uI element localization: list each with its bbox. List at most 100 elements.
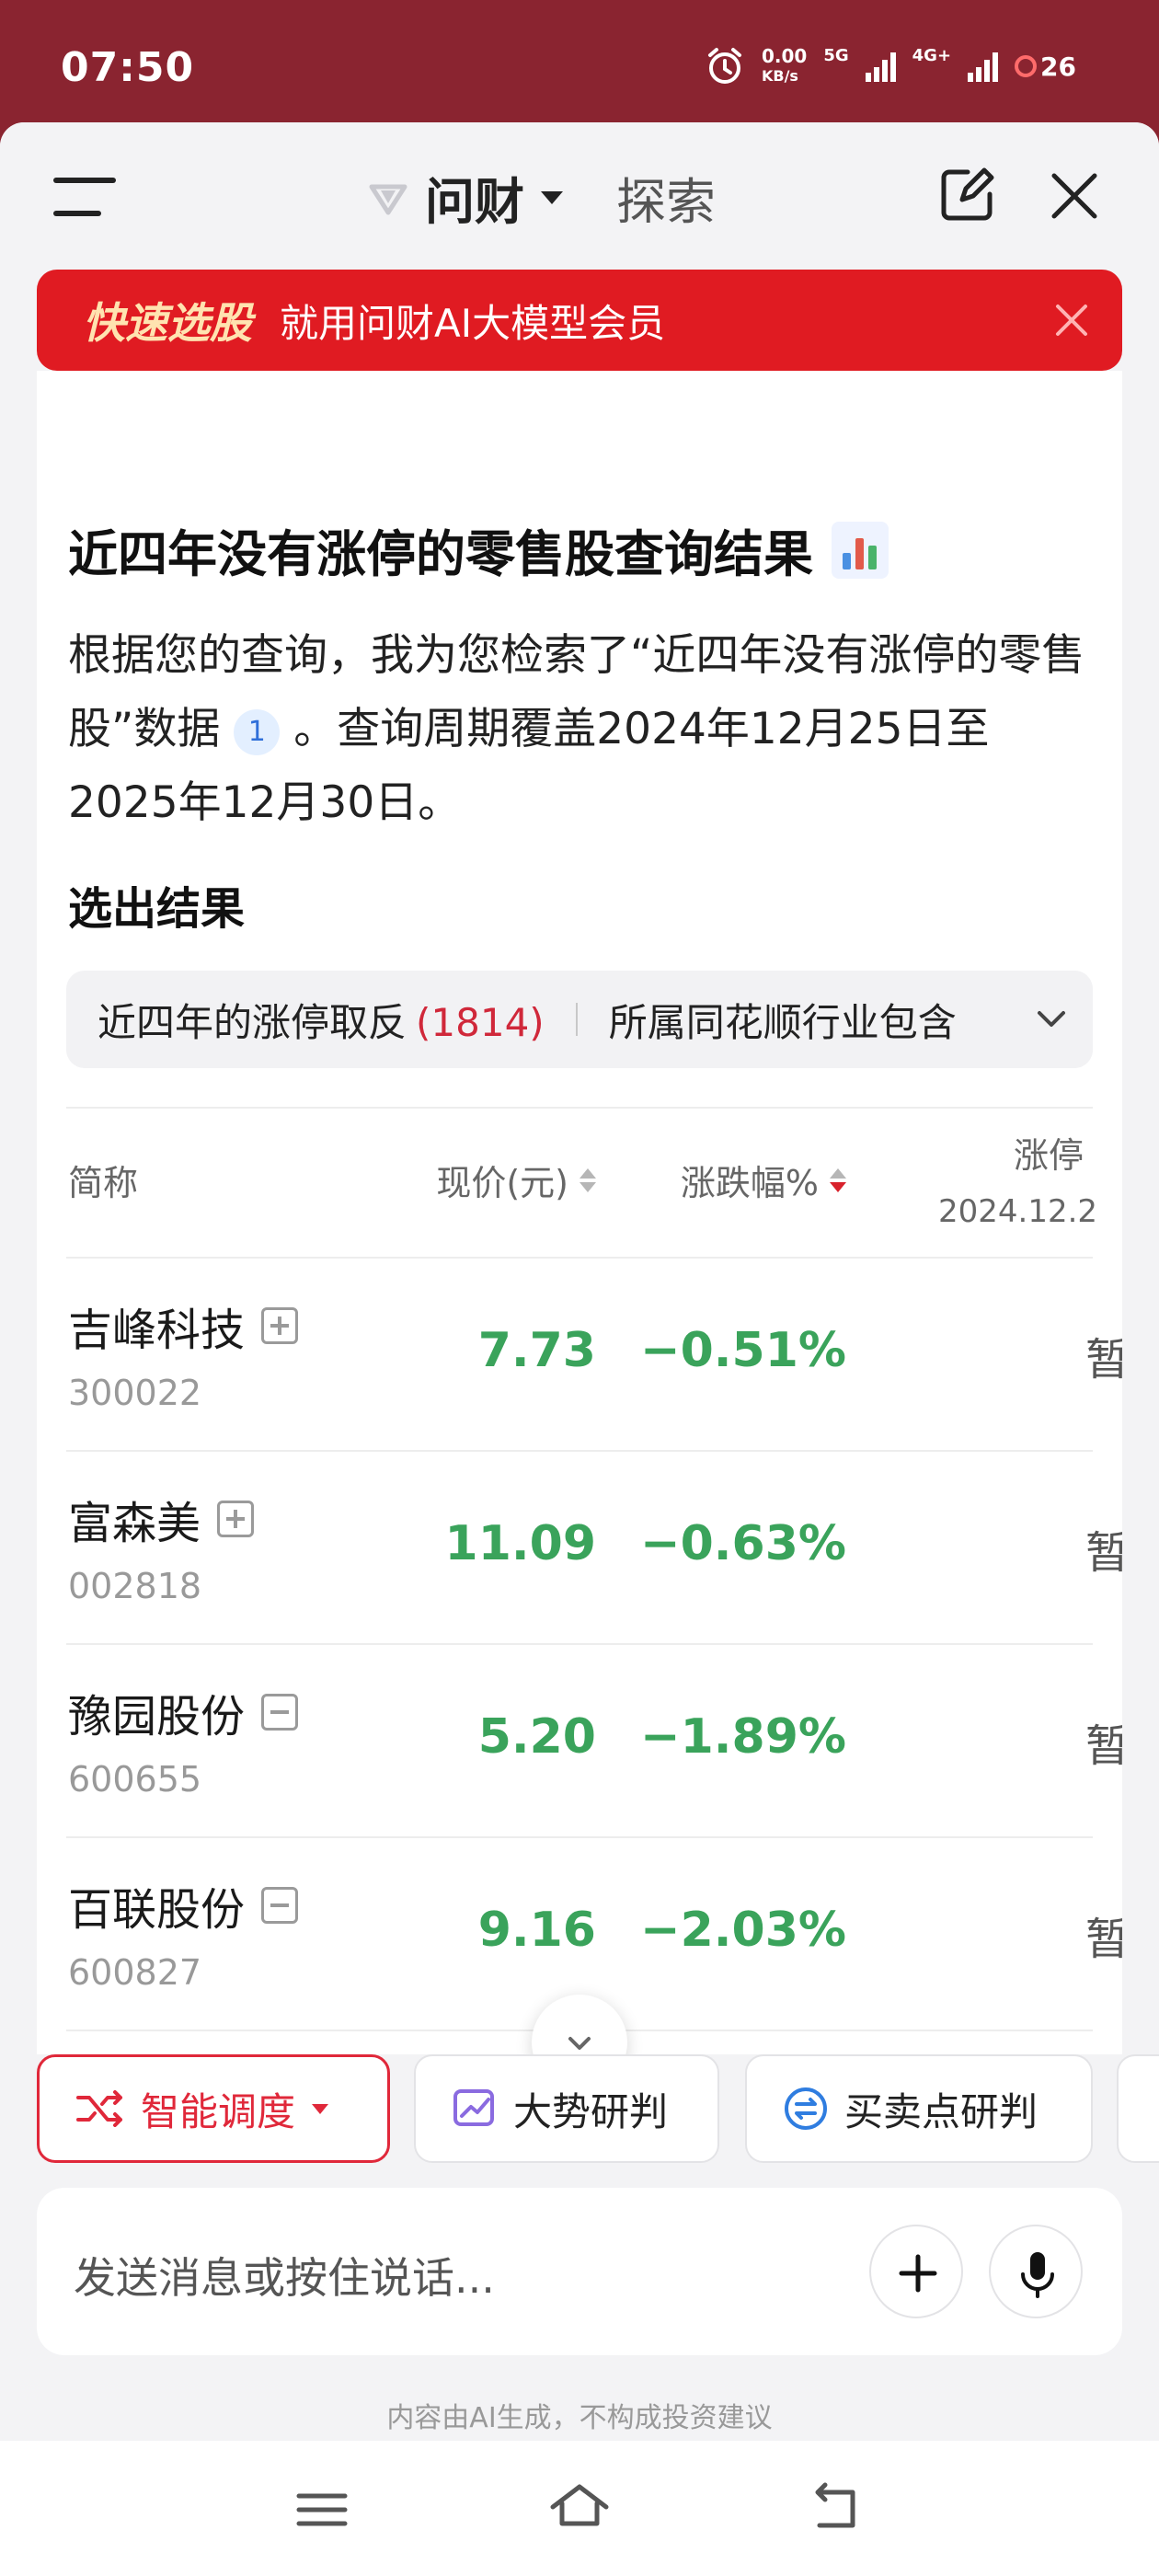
smart-dispatch-button[interactable]: 智能调度: [37, 2054, 390, 2163]
stock-code: 600655: [68, 1759, 202, 1800]
stock-name-text: 富森美: [68, 1498, 201, 1549]
promo-tag: 快速选股: [83, 298, 252, 348]
filter-divider: [575, 1003, 578, 1036]
stock-change: −2.03%: [640, 1903, 846, 1958]
stock-name-text: 豫园股份: [68, 1691, 246, 1742]
battery-icon: [1015, 55, 1038, 77]
sim1-label: 5G: [823, 46, 849, 65]
message-input[interactable]: 发送消息或按住说话...: [74, 2245, 495, 2306]
signal-icon: [865, 51, 896, 82]
stock-code: 600827: [68, 1952, 202, 1993]
brand-switcher[interactable]: 问财 探索: [368, 161, 716, 234]
microphone-icon: [1021, 2252, 1054, 2298]
add-watchlist-icon[interactable]: [261, 1307, 299, 1344]
result-description: 根据您的查询，我为您检索了“近四年没有涨停的零售股”数据 1 。查询周期覆盖20…: [68, 619, 1089, 840]
sort-desc-icon: [830, 1167, 846, 1192]
net-speed-unit: KB/s: [761, 67, 798, 85]
trend-analysis-label: 大势研判: [513, 2088, 669, 2134]
ai-disclaimer: 内容由AI生成，不构成投资建议: [386, 2402, 773, 2434]
table-row[interactable]: 吉峰科技 300022 7.73 −0.51% 暂: [66, 1259, 1122, 1452]
trade-point-button[interactable]: 买卖点研判: [745, 2054, 1093, 2163]
stock-change: −1.89%: [640, 1709, 846, 1765]
reference-badge[interactable]: 1: [234, 708, 281, 755]
col-header-change-label: 涨跌幅%: [680, 1163, 819, 1203]
new-chat-icon[interactable]: [936, 165, 997, 225]
message-input-bar: 发送消息或按住说话...: [37, 2188, 1122, 2355]
chevron-down-icon: [541, 190, 563, 204]
col-header-limit-date: 2024.12.2: [938, 1193, 1098, 1230]
stock-name: 吉峰科技: [68, 1294, 299, 1358]
promo-banner[interactable]: 快速选股 就用问财AI大模型会员: [37, 270, 1122, 371]
recent-apps-icon[interactable]: [290, 2478, 354, 2542]
stock-limit: 暂: [1085, 1527, 1122, 1579]
signal-icon-2: [968, 51, 999, 82]
col-header-price[interactable]: 现价(元): [436, 1155, 596, 1205]
col-header-name: 简称: [68, 1163, 139, 1203]
battery-indicator: 26: [1015, 52, 1076, 82]
status-time: 07:50: [61, 44, 195, 91]
stock-change: −0.51%: [640, 1323, 846, 1378]
stock-name: 百联股份: [68, 1873, 299, 1938]
smart-dispatch-label: 智能调度: [141, 2088, 296, 2134]
stock-name-text: 吉峰科技: [68, 1305, 246, 1356]
top-nav: 问财 探索: [0, 122, 1159, 270]
section-title: 选出结果: [68, 883, 246, 935]
stock-limit: 暂: [1085, 1334, 1122, 1386]
battery-level: 26: [1040, 51, 1076, 82]
chevron-down-icon[interactable]: [1010, 971, 1093, 1068]
stock-limit: 暂: [1085, 1914, 1122, 1965]
trend-chart-icon: [453, 2089, 494, 2126]
stock-code: 300022: [68, 1373, 202, 1413]
filter-bar[interactable]: 近四年的涨停取反 (1814) 所属同花顺行业包含: [66, 971, 1093, 1068]
remove-watchlist-icon[interactable]: [261, 1694, 299, 1731]
back-icon[interactable]: [805, 2478, 869, 2542]
result-card: 近四年没有涨停的零售股查询结果 根据您的查询，我为您检索了“近四年没有涨停的零售…: [37, 371, 1122, 2156]
stock-price: 9.16: [477, 1903, 596, 1958]
result-title-text: 近四年没有涨停的零售股查询结果: [68, 525, 813, 583]
stock-name: 豫园股份: [68, 1680, 299, 1744]
result-title: 近四年没有涨停的零售股查询结果: [68, 513, 889, 586]
stock-code: 002818: [68, 1566, 202, 1606]
filter-condition-1-label: 近四年的涨停取反: [98, 999, 407, 1045]
home-icon[interactable]: [547, 2478, 612, 2542]
status-icons: 0.00 KB/s 5G 4G+ 26: [705, 46, 1076, 86]
app-panel: 问财 探索 近四年没有涨停的零售股查询结果 根据您的查询，我为您检索了“近四年没…: [0, 122, 1159, 2441]
promo-text: 就用问财AI大模型会员: [280, 300, 666, 346]
stock-name-text: 百联股份: [68, 1884, 246, 1936]
close-icon[interactable]: [1047, 168, 1102, 224]
add-button[interactable]: [869, 2225, 963, 2318]
table-row[interactable]: 豫园股份 600655 5.20 −1.89% 暂: [66, 1645, 1122, 1838]
trend-analysis-button[interactable]: 大势研判: [414, 2054, 719, 2163]
caret-down-icon: [312, 2103, 329, 2114]
col-header-change[interactable]: 涨跌幅%: [681, 1155, 846, 1205]
col-header-limit[interactable]: 涨停: [1014, 1127, 1084, 1178]
shuffle-icon: [76, 2090, 122, 2127]
col-header-price-label: 现价(元): [436, 1163, 568, 1203]
plus-icon: [899, 2254, 937, 2293]
trade-point-label: 买卖点研判: [844, 2088, 1039, 2134]
brand-logo-icon: [369, 184, 407, 214]
sort-icon: [580, 1167, 596, 1192]
voice-button[interactable]: [989, 2225, 1083, 2318]
table-header: 简称 现价(元) 涨跌幅% 涨停 2024.12.2: [66, 1107, 1097, 1259]
brand-title: 问财: [425, 173, 524, 231]
filter-condition-1[interactable]: 近四年的涨停取反 (1814): [98, 992, 545, 1048]
more-actions-chip[interactable]: [1117, 2054, 1159, 2163]
add-watchlist-icon[interactable]: [217, 1501, 255, 1537]
alarm-icon: [707, 48, 741, 84]
menu-icon[interactable]: [53, 178, 116, 218]
stock-change: −0.63%: [640, 1516, 846, 1571]
table-row[interactable]: 富森美 002818 11.09 −0.63% 暂: [66, 1452, 1122, 1645]
tab-explore[interactable]: 探索: [616, 161, 716, 234]
stock-price: 5.20: [477, 1709, 596, 1765]
remove-watchlist-icon[interactable]: [261, 1887, 299, 1924]
net-speed: 0.00 KB/s: [762, 46, 807, 86]
close-icon[interactable]: [1049, 297, 1095, 343]
filter-condition-2[interactable]: 所属同花顺行业包含: [609, 992, 1010, 1048]
exchange-icon: [785, 2087, 827, 2130]
net-speed-value: 0.00: [761, 45, 808, 67]
stock-price: 11.09: [444, 1516, 596, 1571]
sim2-label: 4G+: [912, 46, 952, 65]
system-nav-bar: [0, 2441, 1159, 2576]
status-bar: 07:50 0.00 KB/s 5G 4G+ 26: [0, 0, 1159, 120]
